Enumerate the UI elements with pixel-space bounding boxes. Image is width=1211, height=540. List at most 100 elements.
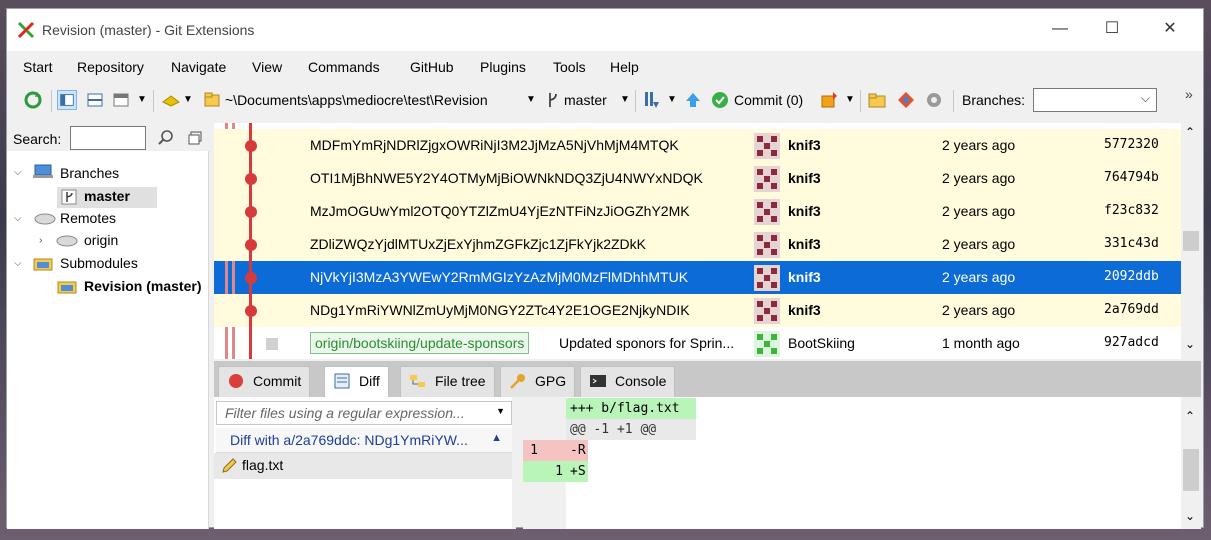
commit-tab-icon bbox=[229, 374, 243, 388]
repository-dropdown-icon[interactable]: ▼ bbox=[526, 94, 536, 105]
commit-sha: 2a769dd bbox=[1104, 302, 1159, 317]
diff-viewer[interactable]: +++ b/flag.txt @@ -1 +1 @@ 1 -R 1 +S ⌃ ⌄ bbox=[523, 397, 1201, 529]
tree-search-row: Search: bbox=[7, 123, 209, 151]
menu-help[interactable]: Help bbox=[610, 59, 639, 75]
tab-commit[interactable]: Commit bbox=[218, 366, 311, 397]
menu-start[interactable]: Start bbox=[23, 59, 53, 75]
expand-caret-icon[interactable]: › bbox=[39, 235, 42, 246]
stash-icon[interactable] bbox=[161, 90, 181, 110]
chevron-down-icon: ⌵ bbox=[1140, 91, 1150, 105]
repository-tree-panel: Search: ⌵ Branches master ⌵ Remotes › or… bbox=[7, 123, 209, 529]
menu-repository[interactable]: Repository bbox=[77, 59, 144, 75]
expand-caret-icon[interactable]: ⌵ bbox=[14, 167, 22, 178]
file-list-item[interactable]: flag.txt bbox=[214, 453, 512, 479]
repository-icon[interactable] bbox=[202, 90, 222, 110]
commit-date: 2 years ago bbox=[942, 137, 1016, 153]
stash-dropdown-icon[interactable]: ▼ bbox=[183, 94, 193, 105]
tab-gpg-label: GPG bbox=[535, 373, 567, 389]
scroll-up-icon[interactable]: ⌃ bbox=[1185, 125, 1195, 139]
commit-row[interactable]: NDg1YmRiYWNlZmUyMjM0NGY2ZTc4Y2E1OGE2Njky… bbox=[214, 294, 1181, 327]
commit-row[interactable]: origin/bootskiing/update-sponsors Update… bbox=[214, 327, 1181, 359]
commit-icon[interactable] bbox=[710, 90, 730, 110]
commit-author: knif3 bbox=[788, 203, 821, 219]
menu-github[interactable]: GitHub bbox=[410, 59, 454, 75]
checkout-icon[interactable] bbox=[819, 90, 839, 110]
commit-row[interactable]: MzJmOGUwYml2OTQ0YTZlZmU4YjEzNTFiNzJiOGZh… bbox=[214, 195, 1181, 228]
grid-scroll-thumb[interactable] bbox=[1183, 231, 1199, 251]
file-filter-input[interactable]: Filter files using a regular expression.… bbox=[216, 401, 512, 425]
filter-dropdown-icon[interactable]: ▼ bbox=[496, 406, 505, 416]
layout-dropdown-icon[interactable]: ▼ bbox=[137, 94, 147, 105]
menu-commands[interactable]: Commands bbox=[308, 59, 380, 75]
menu-plugins[interactable]: Plugins bbox=[480, 59, 526, 75]
diff-scroll-thumb[interactable] bbox=[1183, 449, 1199, 491]
commit-message: MzJmOGUwYml2OTQ0YTZlZmU4YjEzNTFiNzJiOGZh… bbox=[310, 203, 690, 219]
tree-submodules[interactable]: Submodules bbox=[60, 255, 138, 271]
tab-diff[interactable]: Diff bbox=[324, 366, 389, 398]
commit-sha: 5772320 bbox=[1104, 137, 1159, 152]
layout-options-icon[interactable] bbox=[111, 90, 131, 110]
diff-line-added: +S bbox=[566, 461, 588, 482]
tab-file-tree[interactable]: File tree bbox=[400, 366, 495, 397]
collapse-all-icon[interactable] bbox=[187, 130, 203, 146]
commit-date: 2 years ago bbox=[942, 302, 1016, 318]
search-icon[interactable] bbox=[157, 129, 175, 147]
toolbar-overflow-icon[interactable]: » bbox=[1185, 86, 1193, 102]
graph-line bbox=[232, 261, 235, 294]
commit-row[interactable]: ZDliZWQzYjdlMTUxZjExYjhmZGFkZjc1ZjFkYjk2… bbox=[214, 228, 1181, 261]
commit-message: OTI1MjBhNWE5Y2Y4OTMyMjBiOWNkNDQ3ZjU4NWYx… bbox=[310, 170, 703, 186]
scroll-down-icon[interactable]: ⌄ bbox=[1185, 337, 1195, 351]
layout-single-icon[interactable] bbox=[57, 90, 77, 110]
menu-view[interactable]: View bbox=[252, 59, 282, 75]
minimize-button[interactable]: — bbox=[1037, 9, 1083, 51]
folder-icon[interactable] bbox=[867, 90, 887, 110]
tab-gpg[interactable]: GPG bbox=[500, 366, 576, 397]
branch-dropdown-icon[interactable]: ▼ bbox=[620, 94, 630, 105]
commit-sha: f23c832 bbox=[1104, 203, 1159, 218]
search-label: Search: bbox=[13, 131, 62, 147]
tree-branches[interactable]: Branches bbox=[60, 165, 119, 181]
scroll-up-icon[interactable]: ⌃ bbox=[1185, 409, 1195, 423]
chevron-up-icon[interactable]: ▲ bbox=[491, 432, 502, 444]
diff-with-header[interactable]: Diff with a/2a769ddc: NDg1YmRiYW... ▲ bbox=[216, 428, 512, 453]
avatar-icon bbox=[754, 166, 780, 192]
file-name: flag.txt bbox=[242, 457, 284, 473]
tree-search-input[interactable] bbox=[70, 126, 146, 150]
expand-caret-icon[interactable]: ⌵ bbox=[14, 213, 22, 224]
commit-node bbox=[245, 272, 257, 284]
tab-diff-label: Diff bbox=[359, 373, 380, 389]
pull-icon[interactable] bbox=[641, 90, 661, 110]
tab-console[interactable]: Console bbox=[580, 366, 676, 397]
push-icon[interactable] bbox=[683, 90, 703, 110]
repository-path[interactable]: ~\Documents\apps\mediocre\test\Revision bbox=[225, 92, 488, 108]
tree-submodule-revision[interactable]: Revision (master) bbox=[84, 278, 201, 294]
close-button[interactable]: ✕ bbox=[1147, 9, 1193, 51]
tree-branch-master[interactable]: master bbox=[84, 188, 130, 204]
expand-caret-icon[interactable]: ⌵ bbox=[14, 258, 22, 269]
branch-label[interactable]: origin/bootskiing/update-sponsors bbox=[310, 332, 530, 354]
commit-message: ZDliZWQzYjdlMTUxZjExYjhmZGFkZjc1ZjFkYjk2… bbox=[310, 236, 646, 252]
branches-filter-combo[interactable]: ⌵ bbox=[1033, 88, 1157, 112]
tree-remotes[interactable]: Remotes bbox=[60, 210, 116, 226]
tree-remote-origin[interactable]: origin bbox=[84, 232, 118, 248]
checkout-dropdown-icon[interactable]: ▼ bbox=[845, 94, 855, 105]
window-title: Revision (master) - Git Extensions bbox=[42, 22, 255, 38]
scroll-down-icon[interactable]: ⌄ bbox=[1185, 509, 1195, 523]
git-bash-icon[interactable] bbox=[896, 90, 916, 110]
settings-gear-icon[interactable] bbox=[924, 90, 944, 110]
commit-row[interactable]: OTI1MjBhNWE5Y2Y4OTMyMjBiOWNkNDQ3ZjU4NWYx… bbox=[214, 162, 1181, 195]
layout-split-icon[interactable] bbox=[85, 90, 105, 110]
diff-scrollbar[interactable]: ⌃ ⌄ bbox=[1181, 397, 1201, 529]
console-icon bbox=[590, 375, 606, 387]
pull-dropdown-icon[interactable]: ▼ bbox=[667, 94, 677, 105]
menu-navigate[interactable]: Navigate bbox=[171, 59, 226, 75]
commit-button[interactable]: Commit (0) bbox=[734, 92, 803, 108]
commit-node bbox=[245, 173, 257, 185]
maximize-button[interactable]: ☐ bbox=[1089, 9, 1135, 51]
refresh-icon[interactable] bbox=[23, 90, 43, 110]
grid-scrollbar[interactable]: ⌃ ⌄ bbox=[1181, 123, 1201, 359]
commit-row[interactable]: MDFmYmRjNDRlZjgxOWRiNjI3M2JjMzA5NjVhMjM4… bbox=[214, 123, 1181, 162]
current-branch[interactable]: master bbox=[564, 92, 607, 108]
commit-row-selected[interactable]: NjVkYjI3MzA3YWEwY2RmMGIzYzAzMjM0MzFlMDhh… bbox=[214, 261, 1181, 294]
menu-tools[interactable]: Tools bbox=[553, 59, 586, 75]
